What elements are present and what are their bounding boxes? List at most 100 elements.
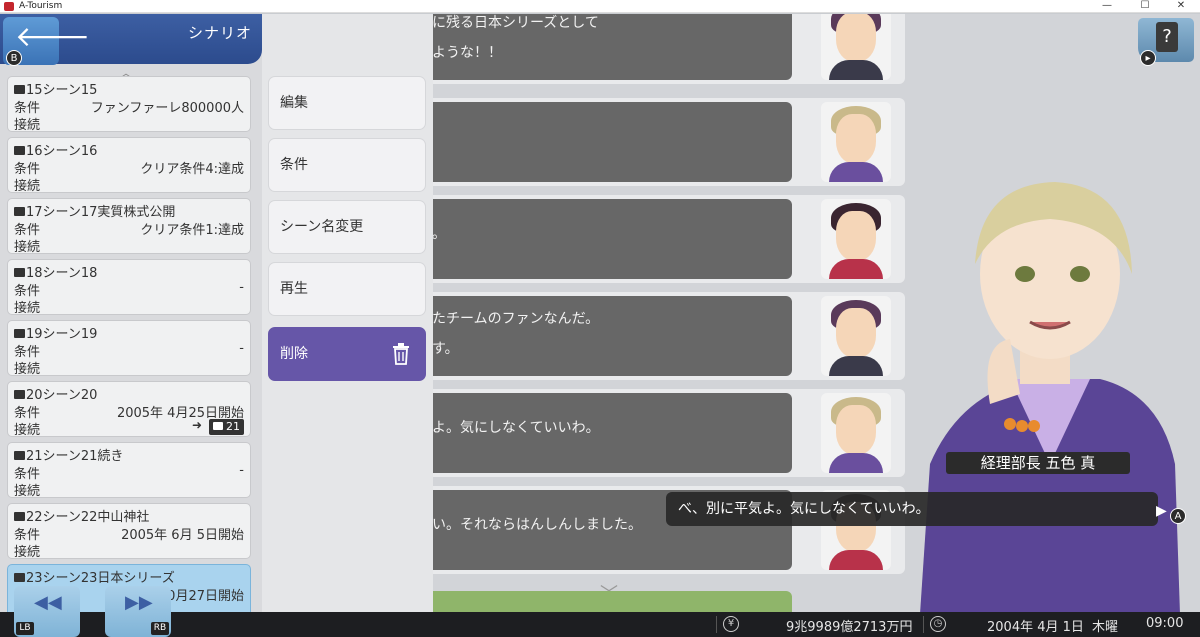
link-label: 接続 <box>14 362 41 377</box>
maximize-button[interactable]: ☐ <box>1130 0 1160 13</box>
scene-list-panel: シナリオ 🡐 B ︿ 15シーン15 条件 ファンファーレ800000人 接続 … <box>0 14 262 612</box>
yen-icon: ¥ <box>723 616 739 632</box>
folder-icon <box>14 268 25 277</box>
link-label: 接続 <box>14 301 41 316</box>
message-bubble-partial <box>420 591 792 612</box>
scene-action-menu: 編集 条件 シーン名変更 再生 削除 <box>262 14 433 612</box>
message-line: たチームのファンなんだ。 <box>432 311 600 327</box>
message-bubble <box>420 102 792 182</box>
menu-play[interactable]: 再生 <box>268 262 426 316</box>
menu-condition[interactable]: 条件 <box>268 138 426 192</box>
message-line: ような！！ <box>432 45 502 61</box>
scene-card[interactable]: 19シーン19 条件 - 接続 <box>7 320 251 377</box>
prev-button[interactable]: ◀◀ LB <box>14 586 80 637</box>
advance-arrow-icon: ▶ <box>1156 503 1167 519</box>
dialogue-box[interactable]: べ、別に平気よ。気にしなくていいわ。 <box>666 492 1158 526</box>
rewind-icon: ◀◀ <box>34 592 62 613</box>
message-line: に残る日本シリーズとして <box>432 15 599 31</box>
scene-name: 19シーン19 <box>26 327 98 342</box>
folder-icon <box>14 207 25 216</box>
message-bubble: たチームのファンなんだ。 す。 <box>420 296 792 376</box>
link-label: 接続 <box>14 423 41 438</box>
folder-icon <box>14 85 25 94</box>
window-titlebar: A-Tourism — ☐ ✕ <box>0 0 1200 13</box>
link-target-badge: 21 <box>209 419 244 435</box>
message-bubble: に残る日本シリーズとして ような！！ <box>420 14 792 80</box>
avatar <box>821 102 891 182</box>
status-bar: ¥ 9兆9989億2713万円 ◷ 2004年 4月 1日 木曜 09:00 <box>0 612 1200 637</box>
folder-icon <box>14 329 25 338</box>
link-target: 21 <box>226 420 240 433</box>
back-arrow-icon: 🡐 <box>15 20 91 53</box>
money-display: 9兆9989億2713万円 <box>786 620 913 635</box>
link-arrow-icon: ➜ <box>191 418 202 432</box>
scene-card[interactable]: 18シーン18 条件 - 接続 <box>7 259 251 316</box>
message-line: よ。気にしなくていいわ。 <box>432 420 600 436</box>
chat-message: に残る日本シリーズとして ような！！ <box>420 14 905 84</box>
window-title: A-Tourism <box>19 1 63 11</box>
advance-button-badge[interactable]: A <box>1170 508 1186 524</box>
app-icon <box>4 2 14 11</box>
folder-icon <box>14 512 25 521</box>
close-button[interactable]: ✕ <box>1166 0 1196 13</box>
next-button-badge: RB <box>151 622 169 635</box>
speaker-name: 経理部長 五色 真 <box>946 452 1130 474</box>
message-bubble: よ。気にしなくていいわ。 <box>420 393 792 473</box>
time-display: 09:00 <box>1146 616 1184 631</box>
condition-value: クリア条件4:達成 <box>140 162 244 177</box>
folder-icon <box>14 390 25 399</box>
condition-value: ファンファーレ800000人 <box>90 101 244 116</box>
scene-name: 18シーン18 <box>26 266 98 281</box>
menu-edit[interactable]: 編集 <box>268 76 426 130</box>
condition-value: クリア条件1:達成 <box>140 223 244 238</box>
clock-icon: ◷ <box>930 616 946 632</box>
condition-value: - <box>239 280 244 295</box>
page-title: シナリオ <box>187 24 252 42</box>
dialogue-text: べ、別に平気よ。気にしなくていいわ。 <box>678 501 930 517</box>
menu-delete[interactable]: 削除 <box>268 327 426 381</box>
scene-name: 22シーン22中山神社 <box>26 510 150 525</box>
minimize-button[interactable]: — <box>1092 0 1122 13</box>
trash-icon <box>393 343 409 365</box>
link-label: 接続 <box>14 240 41 255</box>
help-button-badge: ▸ <box>1140 50 1156 66</box>
chat-message: よ。気にしなくていいわ。 <box>420 389 905 477</box>
chat-message: 。 <box>420 195 905 283</box>
chat-message: たチームのファンなんだ。 す。 <box>420 292 905 380</box>
folder-icon <box>14 573 25 582</box>
menu-delete-label: 削除 <box>280 346 308 362</box>
scene-name: 20シーン20 <box>26 388 98 403</box>
folder-icon <box>14 451 25 460</box>
scene-card[interactable]: 22シーン22中山神社 条件 2005年 6月 5日開始 接続 <box>7 503 251 560</box>
scene-name: 17シーン17実質株式公開 <box>26 205 176 220</box>
back-button-badge: B <box>6 50 22 66</box>
avatar <box>821 393 891 473</box>
scene-card[interactable]: 21シーン21続き 条件 - 接続 <box>7 442 251 499</box>
message-bubble: 。 <box>420 199 792 279</box>
chat-message <box>420 98 905 186</box>
avatar <box>821 14 891 80</box>
character-portrait <box>920 182 1180 612</box>
folder-icon <box>14 146 25 155</box>
prev-button-badge: LB <box>16 622 34 635</box>
avatar <box>821 296 891 376</box>
scene-card[interactable]: 15シーン15 条件 ファンファーレ800000人 接続 <box>7 76 251 133</box>
menu-rename-scene[interactable]: シーン名変更 <box>268 200 426 254</box>
link-label: 接続 <box>14 545 41 560</box>
scene-name: 21シーン21続き <box>26 449 124 464</box>
fast-forward-icon: ▶▶ <box>125 592 153 613</box>
scene-name: 16シーン16 <box>26 144 98 159</box>
condition-value: - <box>239 341 244 356</box>
next-button[interactable]: ▶▶ RB <box>105 586 171 637</box>
link-label: 接続 <box>14 118 41 133</box>
scene-card[interactable]: 16シーン16 条件 クリア条件4:達成 接続 <box>7 137 251 194</box>
scene-card[interactable]: 17シーン17実質株式公開 条件 クリア条件1:達成 接続 <box>7 198 251 255</box>
game-viewport: ︿ に残る日本シリーズとして ような！！ 。 <box>0 14 1200 612</box>
avatar <box>821 199 891 279</box>
help-icon: ? <box>1156 22 1178 52</box>
scene-card[interactable]: 20シーン20 条件 2005年 4月25日開始 接続 ➜ 21 <box>7 381 251 438</box>
link-label: 接続 <box>14 484 41 499</box>
message-line: す。 <box>432 341 459 357</box>
link-label: 接続 <box>14 179 41 194</box>
weekday-display: 木曜 <box>1092 620 1119 635</box>
